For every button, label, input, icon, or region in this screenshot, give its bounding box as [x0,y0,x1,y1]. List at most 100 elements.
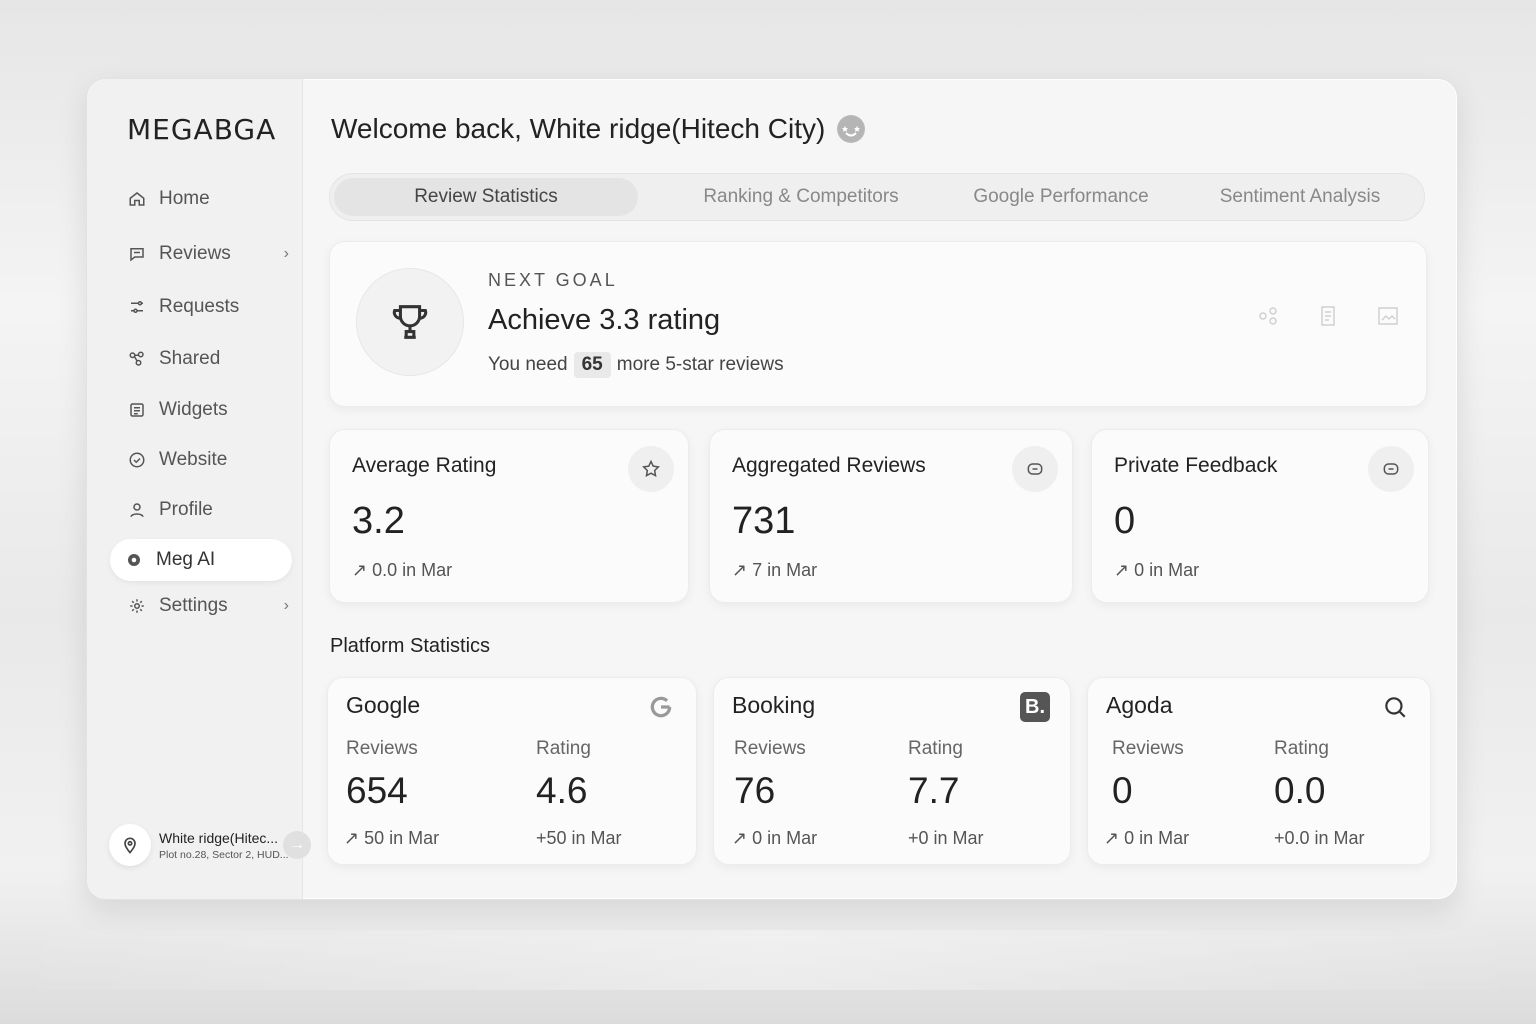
rating-delta: +50 in Mar [536,828,622,848]
section-title: Platform Statistics [330,635,491,657]
ai-dot-icon [124,550,144,570]
platform-name: Google [346,692,421,718]
rating-value: 0.0 [1274,770,1326,811]
goal-need-suffix: more 5-star reviews [616,354,784,375]
rating-label: Rating [536,738,591,759]
reviews-delta: ↗ 0 in Mar [732,828,818,848]
sidebar-item-shared[interactable]: Shared [127,343,289,375]
stat-value: 0 [1114,500,1136,542]
share-icon [1259,307,1277,325]
goal-title: Achieve 3.3 rating [488,304,721,336]
reviews-value: 76 [734,770,776,811]
tab-ranking-competitors[interactable]: Ranking & Competitors [678,178,924,216]
reviews-value: 0 [1112,770,1133,811]
tab-review-statistics[interactable]: Review Statistics [334,178,638,216]
account-name: White ridge(Hitec... [159,829,279,846]
platform-card-google[interactable]: Google Reviews 654 ↗ 50 in Mar Rating 4.… [327,677,697,865]
reviews-label: Reviews [734,738,806,759]
widget-icon [127,400,147,420]
chevron-right-icon: › [283,597,289,614]
rating-label: Rating [1274,738,1329,759]
platform-name: Agoda [1106,692,1173,718]
reviews-label: Reviews [346,738,418,759]
sidebar-item-reviews[interactable]: Reviews › [127,238,289,270]
account-switcher[interactable]: White ridge(Hitec... Plot no.28, Sector … [109,821,311,869]
goal-requirement: You need 65 more 5-star reviews [488,352,784,378]
rating-delta: +0.0 in Mar [1274,828,1365,848]
tab-bar: Review Statistics Ranking & Competitors … [329,173,1425,221]
chevron-right-icon: › [283,245,289,262]
tab-google-performance[interactable]: Google Performance [948,178,1174,216]
welcome-text: Welcome back, White ridge(Hitech City) [331,113,826,144]
stat-value: 731 [732,500,796,542]
booking-icon: B. [1020,692,1050,722]
gear-icon [127,596,147,616]
goal-kicker: NEXT GOAL [488,270,618,290]
check-circle-icon [127,450,147,470]
message-icon[interactable] [1368,446,1414,492]
sidebar-item-requests[interactable]: Requests [127,291,289,323]
sidebar-item-label: Widgets [159,399,228,420]
document-icon [1321,306,1335,326]
reviews-label: Reviews [1112,738,1184,759]
image-icon [1378,307,1398,325]
brand-logo[interactable]: MEGABGA [127,113,276,146]
stat-delta: ↗ 7 in Mar [732,560,818,580]
stat-card-average-rating: Average Rating 3.2 ↗ 0.0 in Mar [329,429,689,603]
arrow-right-icon[interactable]: → [283,831,311,859]
sidebar-item-label: Requests [159,296,240,317]
sidebar-item-widgets[interactable]: Widgets [127,394,289,426]
page-title: Welcome back, White ridge(Hitech City) [331,113,866,145]
dashboard-window: MEGABGA Home Reviews › Requests Shared W… [86,78,1458,900]
sidebar: MEGABGA Home Reviews › Requests Shared W… [87,79,311,899]
stat-delta: ↗ 0.0 in Mar [352,560,453,580]
goal-need-prefix: You need [488,354,568,375]
stat-label: Aggregated Reviews [732,454,926,477]
share-icon [127,349,147,369]
sidebar-item-label: Profile [159,499,213,520]
chat-icon [127,244,147,264]
sliders-icon [127,297,147,317]
platform-card-agoda[interactable]: Agoda Reviews 0 ↗ 0 in Mar Rating 0.0 +0… [1087,677,1431,865]
sidebar-item-label: Home [159,188,210,209]
goal-need-count: 65 [573,352,611,378]
booking-badge: B. [1020,692,1050,722]
sidebar-item-home[interactable]: Home [127,183,289,215]
location-pin-icon [109,824,151,866]
search-icon [1380,692,1410,722]
reviews-delta: ↗ 0 in Mar [1104,828,1190,848]
rating-value: 4.6 [536,770,588,811]
google-icon [646,692,676,722]
trophy-icon [356,268,464,376]
star-eyes-emoji-icon [837,115,866,143]
sidebar-item-label: Reviews [159,243,231,264]
user-icon [127,500,147,520]
stat-card-aggregated-reviews: Aggregated Reviews 731 ↗ 7 in Mar [709,429,1073,603]
home-icon [127,189,147,209]
goal-ghost-icons [1256,304,1400,328]
star-icon[interactable] [628,446,674,492]
sidebar-item-label: Meg AI [156,549,216,570]
rating-label: Rating [908,738,963,759]
stat-label: Average Rating [352,454,497,477]
reviews-delta: ↗ 50 in Mar [344,828,440,848]
stat-value: 3.2 [352,500,405,542]
next-goal-card: NEXT GOAL Achieve 3.3 rating You need 65… [329,241,1427,407]
sidebar-item-settings[interactable]: Settings › [127,590,289,622]
rating-value: 7.7 [908,770,960,811]
platform-name: Booking [732,692,816,718]
account-address: Plot no.28, Sector 2, HUD... [159,848,289,861]
reviews-value: 654 [346,770,408,811]
stat-delta: ↗ 0 in Mar [1114,560,1200,580]
sidebar-item-website[interactable]: Website [127,444,289,476]
stat-label: Private Feedback [1114,454,1278,477]
sidebar-item-profile[interactable]: Profile [127,494,289,526]
tab-sentiment-analysis[interactable]: Sentiment Analysis [1192,178,1408,216]
sidebar-item-label: Settings [159,595,228,616]
message-icon[interactable] [1012,446,1058,492]
sidebar-item-meg-ai[interactable]: Meg AI [110,539,292,581]
stat-card-private-feedback: Private Feedback 0 ↗ 0 in Mar [1091,429,1429,603]
rating-delta: +0 in Mar [908,828,984,848]
platform-card-booking[interactable]: Booking B. Reviews 76 ↗ 0 in Mar Rating … [713,677,1071,865]
sidebar-item-label: Website [159,449,228,470]
